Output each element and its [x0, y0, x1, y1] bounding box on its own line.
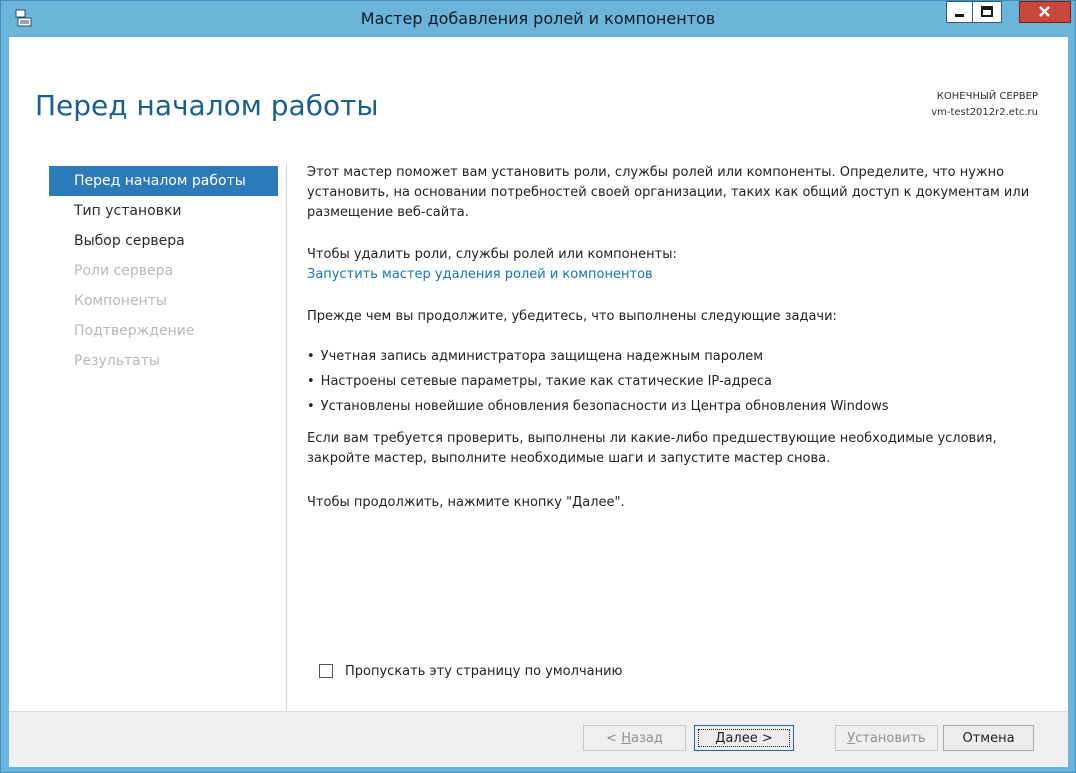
maximize-button[interactable] [972, 1, 1002, 23]
target-server-info: КОНЕЧНЫЙ СЕРВЕР vm-test2012r2.etc.ru [931, 89, 1038, 121]
continue-text: Чтобы продолжить, нажмите кнопку "Далее"… [307, 495, 625, 510]
install-hotkey: У [847, 730, 856, 746]
minimize-icon [955, 14, 964, 17]
nav-item-features: Компоненты [74, 293, 167, 309]
target-server-label: КОНЕЧНЫЙ СЕРВЕР [936, 91, 1038, 102]
nav-item-confirmation: Подтверждение [74, 323, 195, 339]
close-icon [1039, 6, 1050, 17]
back-button[interactable]: < Назад [583, 725, 686, 751]
prerequisite-list: Учетная запись администратора защищена н… [307, 344, 889, 419]
skip-page-checkbox[interactable] [319, 664, 333, 678]
prereq-text: Если вам требуется проверить, выполнены … [307, 431, 997, 466]
install-button[interactable]: Установить [835, 725, 938, 751]
window-title: Мастер добавления ролей и компонентов [360, 9, 716, 28]
nav-item-results: Результаты [74, 353, 160, 369]
nav-item-server-selection[interactable]: Выбор сервера [49, 226, 278, 256]
next-button[interactable]: Далее > [694, 725, 794, 751]
focus-rect [698, 729, 790, 747]
nav-item-before-you-begin[interactable]: Перед началом работы [49, 166, 278, 196]
nav-divider [286, 163, 287, 720]
nav-item-server-roles: Роли сервера [74, 263, 174, 279]
page-title: Перед началом работы [35, 89, 379, 122]
remove-text: Чтобы удалить роли, службы ролей или ком… [307, 247, 677, 262]
cancel-button[interactable]: Отмена [943, 725, 1034, 751]
title-bar[interactable]: Мастер добавления ролей и компонентов [1, 1, 1075, 37]
wizard-client-area: Перед началом работы КОНЕЧНЫЙ СЕРВЕР vm-… [9, 37, 1068, 767]
close-button[interactable] [1019, 1, 1071, 23]
before-text: Прежде чем вы продолжите, убедитесь, что… [307, 309, 837, 324]
list-item: Настроены сетевые параметры, такие как с… [307, 369, 889, 394]
footer-bar: < Назад Далее > Установить Отмена [9, 711, 1068, 767]
wizard-nav: Перед началом работы Тип установки Выбор… [49, 166, 278, 376]
intro-text: Этот мастер поможет вам установить роли,… [307, 165, 1030, 220]
back-hotkey: Н [621, 730, 631, 746]
list-item: Установлены новейшие обновления безопасн… [307, 394, 889, 419]
back-prefix: < [606, 730, 622, 746]
maximize-icon [981, 6, 993, 17]
list-item: Учетная запись администратора защищена н… [307, 344, 889, 369]
nav-item-installation-type[interactable]: Тип установки [49, 196, 278, 226]
remove-section: Чтобы удалить роли, службы ролей или ком… [307, 245, 677, 285]
target-server-name: vm-test2012r2.etc.ru [931, 107, 1038, 118]
skip-page-label[interactable]: Пропускать эту страницу по умолчанию [345, 664, 623, 680]
install-label: становить [855, 730, 926, 746]
wizard-window: Мастер добавления ролей и компонентов Пе… [0, 0, 1076, 773]
minimize-button[interactable] [946, 1, 973, 23]
remove-roles-link[interactable]: Запустить мастер удаления ролей и компон… [307, 265, 677, 285]
back-label: азад [630, 730, 663, 746]
